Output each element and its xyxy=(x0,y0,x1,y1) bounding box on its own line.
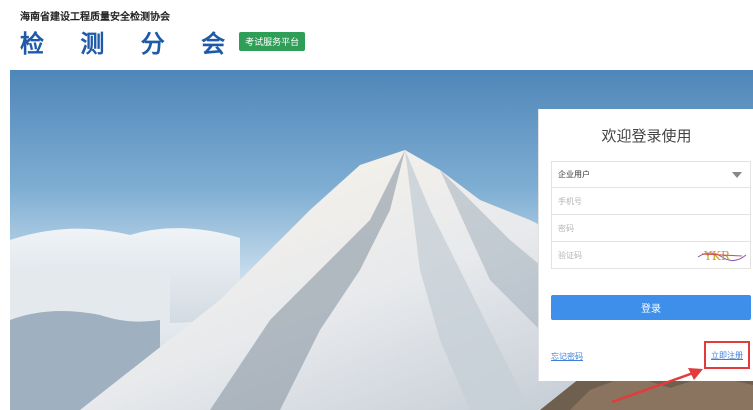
password-field-wrapper xyxy=(551,215,751,242)
forgot-password-link[interactable]: 忘记密码 xyxy=(551,351,583,362)
organization-name: 海南省建设工程质量安全检测协会 xyxy=(20,12,170,23)
captcha-text: YKR xyxy=(703,249,731,263)
login-title: 欢迎登录使用 xyxy=(601,127,692,145)
register-link[interactable]: 立即注册 xyxy=(706,350,748,361)
password-input[interactable] xyxy=(558,215,750,241)
login-panel: 欢迎登录使用 企业用户 YKR 登录 忘记密码 立即注册 xyxy=(538,109,753,381)
register-highlight-box: 立即注册 xyxy=(704,341,750,369)
brand-title: 检 测 分 会 xyxy=(20,29,240,58)
chevron-down-icon[interactable] xyxy=(732,172,742,178)
phone-input[interactable] xyxy=(558,188,750,214)
captcha-field-wrapper: YKR xyxy=(551,242,751,269)
user-type-value: 企业用户 xyxy=(558,170,590,179)
login-button[interactable]: 登录 xyxy=(551,295,751,320)
brand-row: 检 测 分 会 考试服务平台 xyxy=(20,26,306,58)
phone-field-wrapper xyxy=(551,188,751,215)
site-header: 海南省建设工程质量安全检测协会 检 测 分 会 考试服务平台 xyxy=(0,0,753,70)
user-type-select[interactable]: 企业用户 xyxy=(551,161,751,188)
platform-badge: 考试服务平台 xyxy=(239,31,306,51)
captcha-image[interactable]: YKR xyxy=(696,245,748,265)
